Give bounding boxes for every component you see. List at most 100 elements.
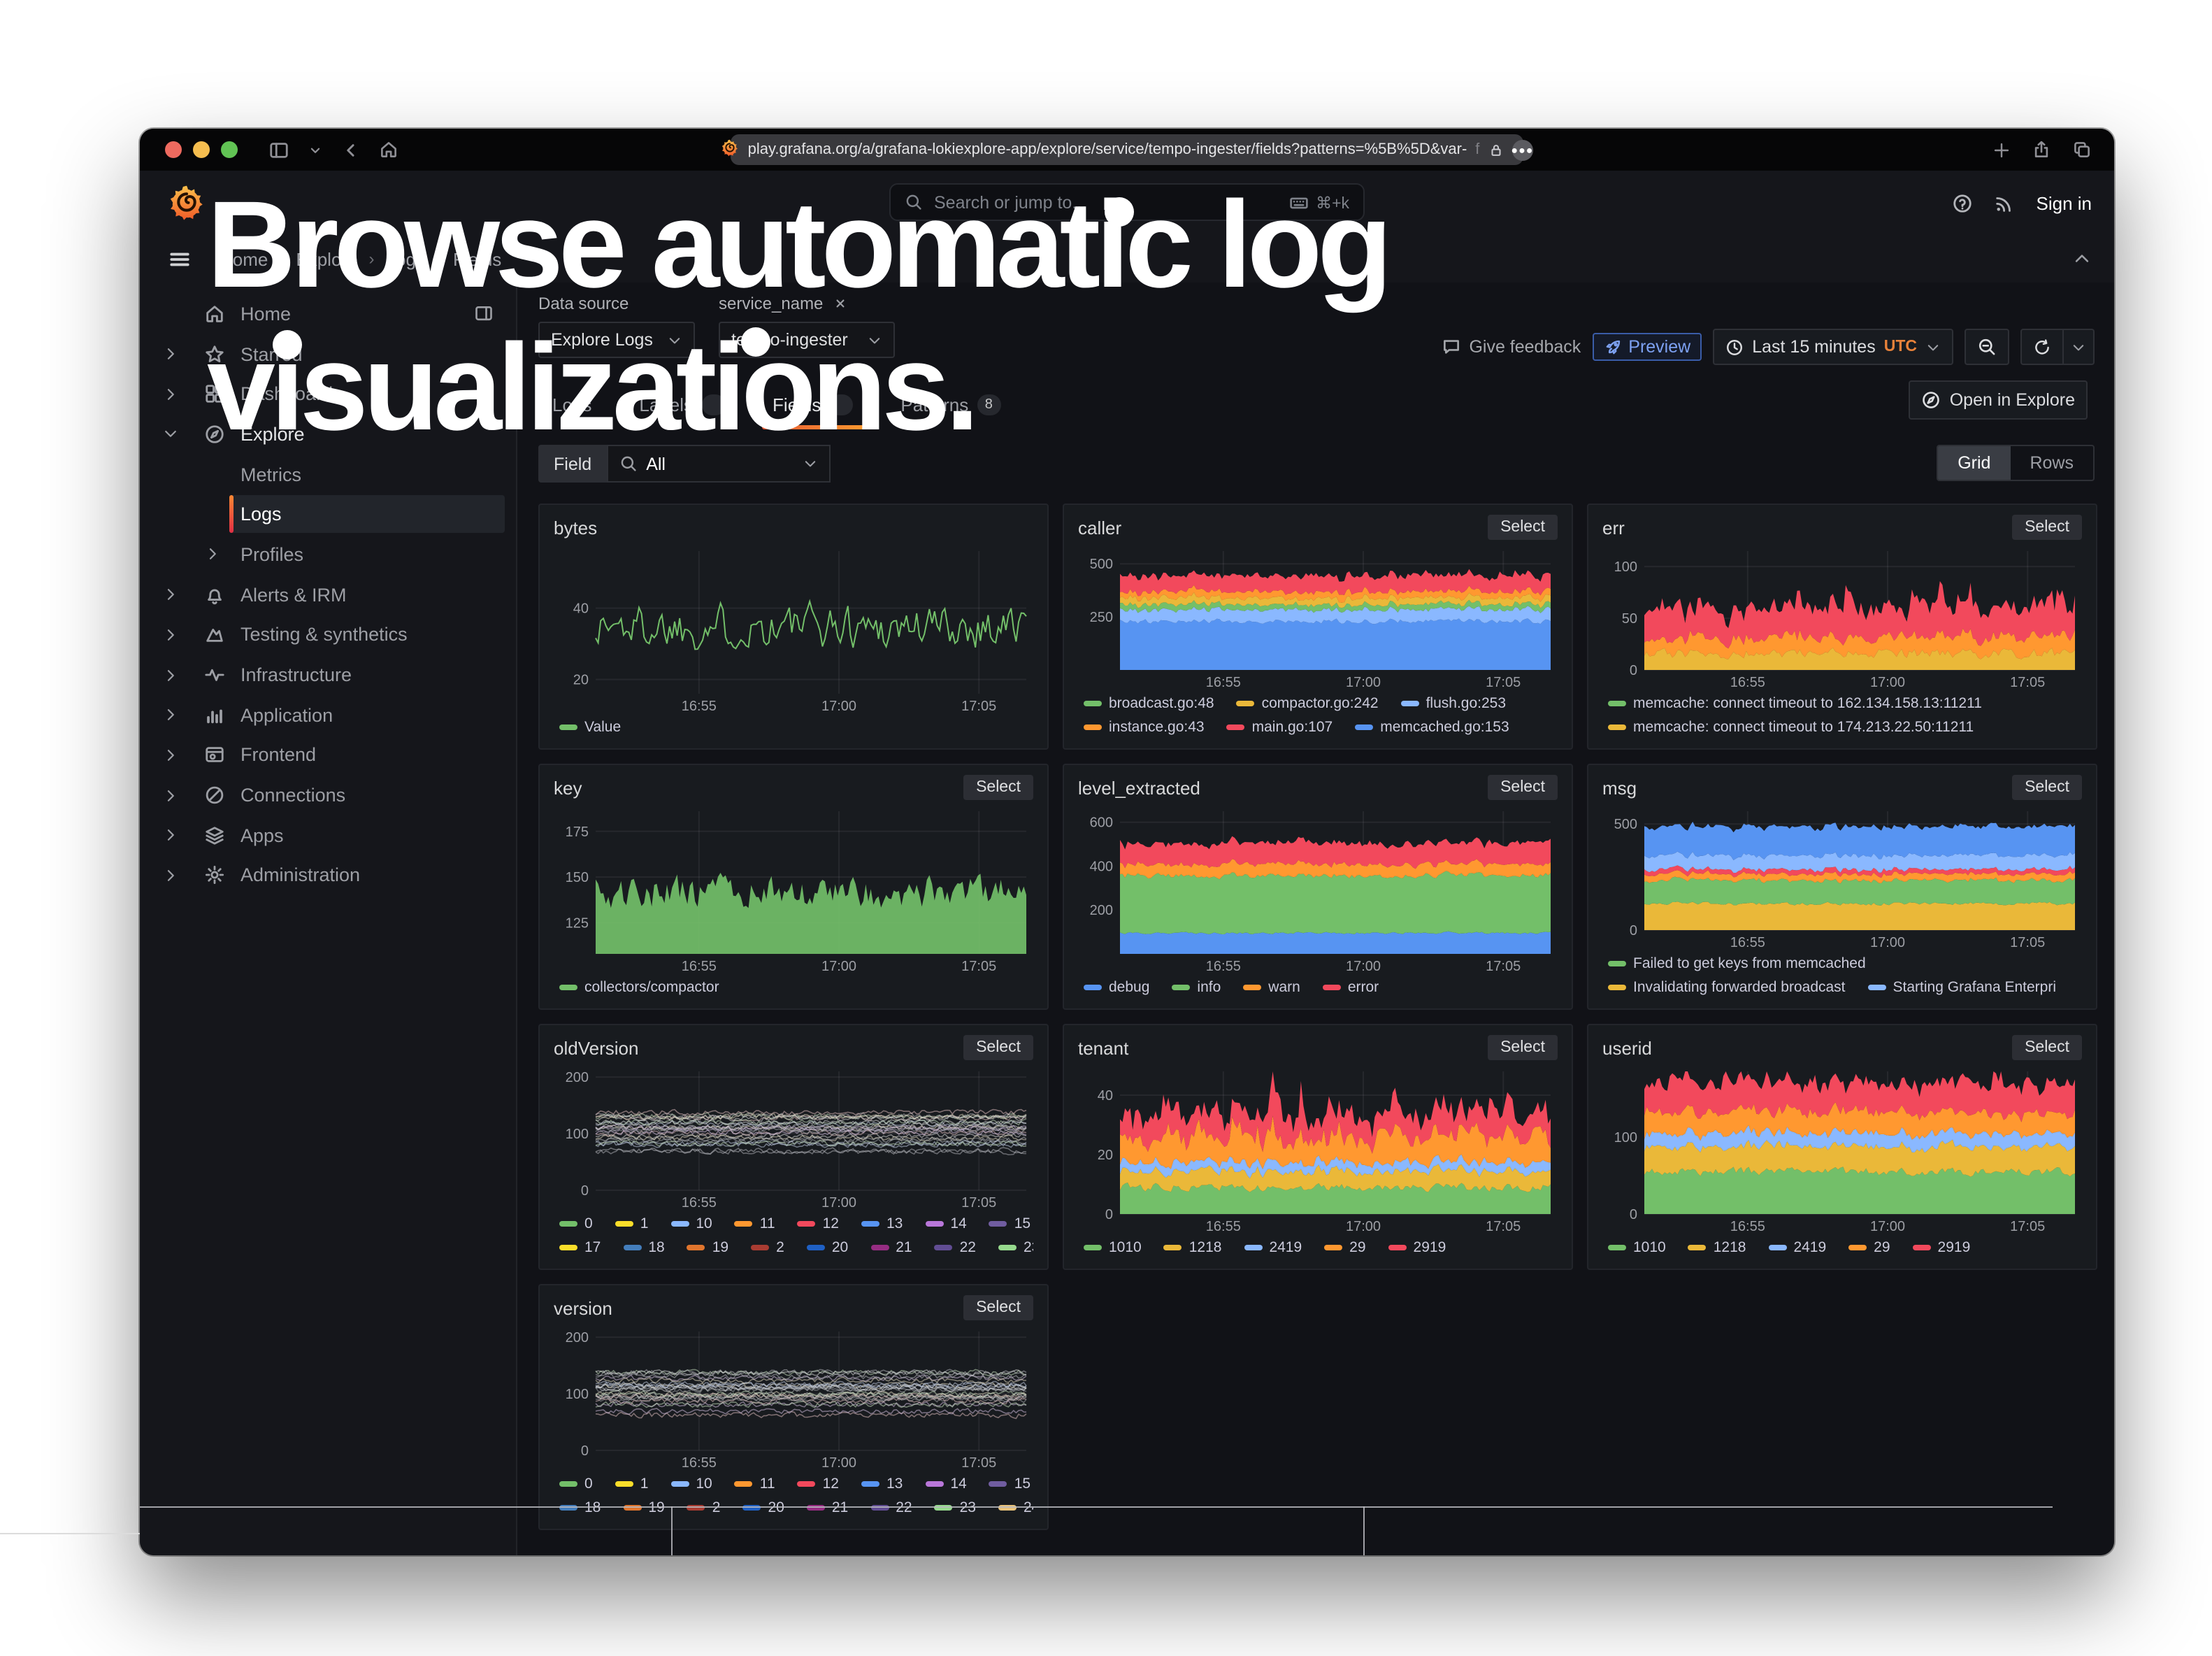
- legend-item[interactable]: 2919: [1388, 1239, 1446, 1255]
- minimize-window-button[interactable]: [193, 141, 210, 158]
- select-button-msg[interactable]: Select: [2012, 775, 2082, 800]
- legend-item[interactable]: Value: [559, 718, 621, 735]
- legend-item[interactable]: compactor.go:242: [1237, 694, 1379, 711]
- close-icon[interactable]: [833, 297, 847, 310]
- legend-item[interactable]: 13: [861, 1215, 903, 1232]
- refresh-interval-dropdown[interactable]: [2064, 329, 2095, 365]
- chevron-right-icon[interactable]: [162, 706, 185, 723]
- legend-item[interactable]: 1218: [1164, 1239, 1222, 1255]
- chevron-up-icon[interactable]: [2072, 249, 2092, 269]
- chevron-right-icon[interactable]: [162, 867, 185, 884]
- legend-item[interactable]: Failed to get keys from memcached: [1608, 955, 1866, 971]
- sidebar-item-application[interactable]: Application: [140, 695, 516, 735]
- legend-item[interactable]: 0: [559, 1475, 593, 1492]
- chevron-down-icon[interactable]: [162, 426, 185, 443]
- legend-item[interactable]: 13: [861, 1475, 903, 1492]
- chevron-right-icon[interactable]: [162, 627, 185, 643]
- legend-item[interactable]: 18: [623, 1239, 664, 1255]
- breadcrumb-item-home[interactable]: Home: [220, 248, 268, 269]
- legend-item[interactable]: 22: [935, 1239, 976, 1255]
- legend-item[interactable]: 2419: [1244, 1239, 1302, 1255]
- tab-logs[interactable]: Logs: [538, 389, 605, 421]
- sign-in-link[interactable]: Sign in: [2037, 192, 2092, 213]
- new-tab-icon[interactable]: [1992, 141, 2011, 159]
- sidebar-item-profiles[interactable]: Profiles: [140, 534, 516, 574]
- sidebar-item-testing-synthetics[interactable]: Testing & synthetics: [140, 615, 516, 655]
- legend-item[interactable]: error: [1323, 978, 1379, 995]
- breadcrumb-item-explore[interactable]: Explore: [296, 248, 357, 269]
- legend-item[interactable]: 1218: [1688, 1239, 1746, 1255]
- menu-icon[interactable]: [168, 247, 192, 271]
- sidebar-item-starred[interactable]: Starred: [140, 334, 516, 373]
- open-in-explore-button[interactable]: Open in Explore: [1909, 380, 2088, 420]
- field-filter-select[interactable]: All: [607, 445, 831, 483]
- legend-item[interactable]: 23: [998, 1239, 1033, 1255]
- select-button-key[interactable]: Select: [963, 775, 1033, 800]
- legend-item[interactable]: debug: [1084, 978, 1149, 995]
- legend-item[interactable]: 12: [798, 1215, 839, 1232]
- legend-item[interactable]: collectors/compactor: [559, 978, 719, 995]
- share-icon[interactable]: [2032, 140, 2051, 159]
- sidebar-item-explore[interactable]: Explore: [140, 414, 516, 454]
- legend-item[interactable]: 14: [925, 1475, 966, 1492]
- data-source-select[interactable]: Explore Logs: [538, 322, 695, 358]
- legend-item[interactable]: Invalidating forwarded broadcast: [1608, 978, 1846, 995]
- legend-item[interactable]: 1010: [1608, 1239, 1666, 1255]
- legend-item[interactable]: 15: [989, 1475, 1030, 1492]
- zoom-window-button[interactable]: [221, 141, 238, 158]
- legend-item[interactable]: 2: [751, 1239, 784, 1255]
- legend-item[interactable]: 1: [615, 1475, 649, 1492]
- breadcrumb-item-fields[interactable]: Fields: [453, 248, 501, 269]
- back-icon[interactable]: [341, 141, 359, 159]
- select-button-caller[interactable]: Select: [1488, 515, 1558, 540]
- chevron-down-icon[interactable]: [309, 143, 322, 156]
- tabs-overview-icon[interactable]: [2072, 140, 2092, 159]
- sidebar-item-frontend[interactable]: Frontend: [140, 735, 516, 775]
- sidebar-toggle-icon[interactable]: [268, 139, 289, 160]
- address-bar[interactable]: play.grafana.org/a/grafana-lokiexplore-a…: [731, 134, 1523, 165]
- legend-item[interactable]: 10: [670, 1215, 712, 1232]
- sidebar-item-logs[interactable]: Logs: [140, 494, 516, 534]
- legend-item[interactable]: memcached.go:153: [1355, 718, 1509, 735]
- breadcrumb-item-logs[interactable]: Logs: [386, 248, 425, 269]
- close-window-button[interactable]: [165, 141, 182, 158]
- tab-patterns[interactable]: Patterns8: [886, 389, 1014, 421]
- grafana-logo[interactable]: [168, 183, 206, 228]
- sidebar-item-apps[interactable]: Apps: [140, 815, 516, 855]
- select-button-err[interactable]: Select: [2012, 515, 2082, 540]
- legend-item[interactable]: 17: [559, 1239, 601, 1255]
- sidebar-item-alerts-irm[interactable]: Alerts & IRM: [140, 575, 516, 615]
- sidebar-item-infrastructure[interactable]: Infrastructure: [140, 655, 516, 694]
- legend-item[interactable]: main.go:107: [1227, 718, 1333, 735]
- panel-right-icon[interactable]: [474, 304, 494, 324]
- sidebar-item-dashboards[interactable]: Dashboards: [140, 374, 516, 414]
- legend-item[interactable]: 14: [925, 1215, 966, 1232]
- help-icon[interactable]: [1953, 192, 1974, 213]
- legend-item[interactable]: broadcast.go:48: [1084, 694, 1214, 711]
- view-toggle-rows[interactable]: Rows: [2010, 446, 2093, 480]
- sidebar-item-administration[interactable]: Administration: [140, 855, 516, 895]
- tab-fields[interactable]: Fields: [759, 389, 867, 421]
- more-options-icon[interactable]: ●●●: [1511, 139, 1532, 160]
- legend-item[interactable]: info: [1172, 978, 1221, 995]
- legend-item[interactable]: 29: [1848, 1239, 1890, 1255]
- time-range-picker[interactable]: Last 15 minutes UTC: [1713, 329, 1953, 365]
- legend-item[interactable]: 11: [735, 1475, 775, 1492]
- chevron-right-icon[interactable]: [162, 827, 185, 844]
- legend-item[interactable]: 10: [670, 1475, 712, 1492]
- legend-item[interactable]: flush.go:253: [1401, 694, 1506, 711]
- legend-item[interactable]: warn: [1243, 978, 1300, 995]
- select-button-level_extracted[interactable]: Select: [1488, 775, 1558, 800]
- legend-item[interactable]: 11: [735, 1215, 775, 1232]
- select-button-oldVersion[interactable]: Select: [963, 1035, 1033, 1060]
- legend-item[interactable]: 19: [687, 1239, 728, 1255]
- legend-item[interactable]: 15: [989, 1215, 1030, 1232]
- chevron-right-icon[interactable]: [162, 345, 185, 362]
- sidebar-item-home[interactable]: Home: [140, 294, 516, 334]
- legend-item[interactable]: 29: [1324, 1239, 1365, 1255]
- legend-item[interactable]: 12: [798, 1475, 839, 1492]
- home-toolbar-icon[interactable]: [379, 140, 398, 159]
- select-button-userid[interactable]: Select: [2012, 1035, 2082, 1060]
- legend-item[interactable]: Starting Grafana Enterpri: [1868, 978, 2056, 995]
- give-feedback-link[interactable]: Give feedback: [1441, 337, 1581, 357]
